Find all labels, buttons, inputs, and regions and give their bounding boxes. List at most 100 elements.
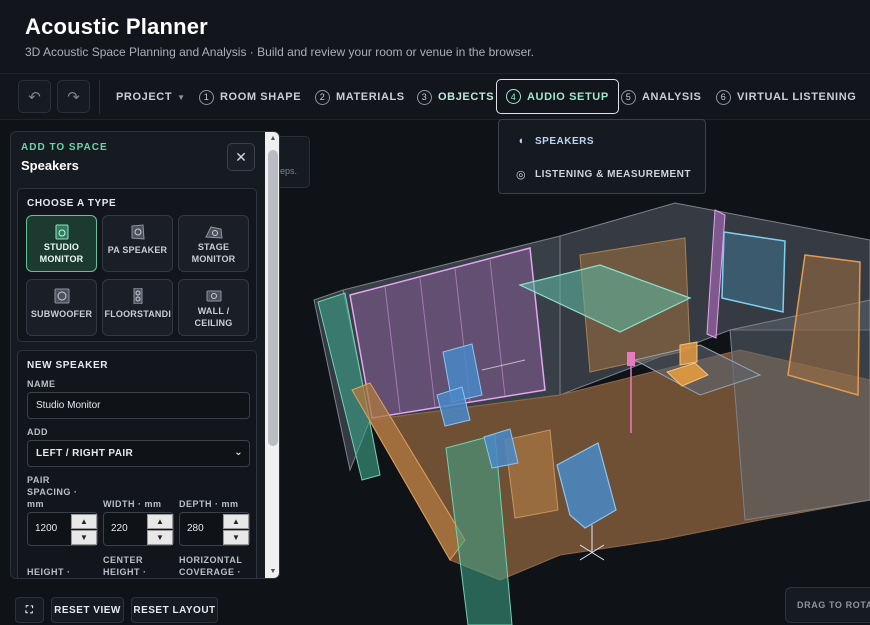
type-label: PA SPEAKER [107, 245, 168, 255]
label-line: HEIGHT · [103, 567, 147, 577]
width-label: WIDTH · mm [103, 499, 162, 509]
depth-stepper[interactable]: 280 ▲ ▼ [179, 512, 250, 546]
pair-spacing-stepper[interactable]: 1200 ▲ ▼ [27, 512, 98, 546]
fullscreen-icon: ⛶ [25, 604, 34, 616]
tab-analysis[interactable]: 5 ANALYSIS [621, 80, 701, 114]
desk-speaker-orange [679, 341, 698, 366]
menu-item-label: LISTENING & MEASUREMENT [535, 168, 691, 180]
tab-label: ANALYSIS [642, 91, 702, 103]
type-label: STUDIO [43, 242, 80, 252]
tab-label: MATERIALS [336, 91, 405, 103]
new-speaker-section: NEW SPEAKER NAME Studio Monitor ADD LEFT… [17, 350, 257, 578]
stage-monitor-icon [205, 226, 223, 239]
panel-eyebrow: ADD TO SPACE [21, 142, 108, 153]
increment-button[interactable]: ▲ [71, 514, 97, 529]
menu-item-listening-measurement[interactable]: ◎ LISTENING & MEASUREMENT [515, 165, 691, 183]
tab-virtual-listening[interactable]: 6 VIRTUAL LISTENING [716, 80, 856, 114]
name-label: NAME [27, 379, 56, 389]
speaker-name-input[interactable]: Studio Monitor [27, 392, 250, 419]
type-subwoofer[interactable]: SUBWOOFER [26, 279, 97, 336]
panel-title: Speakers [21, 158, 79, 173]
height-label: HEIGHT · [27, 567, 71, 577]
type-floorstanding[interactable]: FLOORSTANDII [102, 279, 173, 336]
section-title: NEW SPEAKER [27, 360, 109, 371]
app-subtitle: 3D Acoustic Space Planning and Analysis … [25, 45, 534, 59]
mic-head [627, 352, 635, 366]
scroll-down-icon[interactable]: ▼ [268, 568, 278, 578]
pa-speaker-icon [131, 224, 145, 240]
close-icon: ✕ [235, 148, 247, 165]
step-number: 2 [315, 89, 330, 105]
type-pa-speaker[interactable]: PA SPEAKER [102, 215, 173, 272]
target-icon: ◎ [515, 168, 527, 181]
tab-label: ROOM SHAPE [220, 91, 302, 103]
center-height-label: CENTER HEIGHT · [103, 554, 147, 578]
decrement-button[interactable]: ▼ [71, 530, 97, 545]
step-number: 6 [716, 89, 731, 105]
type-label: CEILING [194, 318, 233, 328]
redo-icon: ↷ [67, 88, 80, 106]
reset-view-button[interactable]: RESET VIEW [51, 597, 124, 623]
floorstanding-icon [133, 288, 143, 304]
decrement-button[interactable]: ▼ [147, 530, 173, 545]
type-label: MONITOR [191, 254, 236, 264]
wall-ceiling-icon [206, 290, 222, 302]
step-number: 5 [621, 89, 636, 105]
window-panel [721, 231, 786, 313]
label-line: HORIZONTAL [179, 555, 243, 565]
tab-label: AUDIO SETUP [527, 90, 609, 103]
tab-audio-setup[interactable]: 4 AUDIO SETUP [496, 79, 619, 114]
tab-label: VIRTUAL LISTENING [737, 91, 857, 103]
menu-item-label: SPEAKERS [535, 135, 595, 147]
studio-monitor-icon [55, 224, 69, 240]
type-label: FLOORSTANDII [104, 309, 171, 319]
undo-icon: ↶ [28, 88, 41, 106]
label-line: CENTER [103, 555, 144, 565]
horizontal-coverage-label: HORIZONTAL COVERAGE · [179, 554, 242, 578]
app-header: Acoustic Planner 3D Acoustic Space Plann… [0, 0, 870, 74]
type-label: STAGE [197, 242, 230, 252]
type-label: WALL / [197, 306, 230, 316]
close-panel-button[interactable]: ✕ [227, 143, 255, 171]
fullscreen-button[interactable]: ⛶ [15, 597, 44, 623]
pair-spacing-label: PAIR SPACING · mm [27, 474, 77, 510]
increment-button[interactable]: ▲ [223, 514, 249, 529]
type-wall-ceiling[interactable]: WALL / CEILING [178, 279, 249, 336]
add-mode-select[interactable]: LEFT / RIGHT PAIR ⌄ [27, 440, 250, 467]
tab-project[interactable]: PROJECT ▼ [116, 80, 186, 114]
drag-hint-text: DRAG TO ROTATE [797, 600, 870, 610]
audio-setup-menu: ◖ SPEAKERS ◎ LISTENING & MEASUREMENT [498, 119, 706, 194]
choose-type-section: CHOOSE A TYPE STUDIO MONITOR PA SPEAKER … [17, 188, 257, 342]
add-label: ADD [27, 427, 48, 437]
type-stage-monitor[interactable]: STAGE MONITOR [178, 215, 249, 272]
speaker-icon: ◖ [517, 135, 525, 147]
scrollbar-thumb[interactable] [268, 150, 278, 446]
drag-hint: DRAG TO ROTATE [785, 587, 870, 623]
depth-label: DEPTH · mm [179, 499, 239, 509]
label-line: mm [27, 499, 45, 509]
scroll-up-icon[interactable]: ▲ [268, 135, 278, 145]
stepper-value: 1200 [35, 523, 58, 534]
tab-label: OBJECTS [438, 91, 495, 103]
label-line: SPACING · [27, 487, 78, 497]
tab-materials[interactable]: 2 MATERIALS [315, 80, 405, 114]
add-mode-value: LEFT / RIGHT PAIR [36, 448, 134, 459]
label-line: PAIR [27, 475, 50, 485]
step-number: 1 [199, 89, 214, 105]
undo-button[interactable]: ↶ [18, 80, 51, 113]
redo-button[interactable]: ↷ [57, 80, 90, 113]
tab-objects[interactable]: 3 OBJECTS [417, 80, 494, 114]
width-stepper[interactable]: 220 ▲ ▼ [103, 512, 174, 546]
step-number: 4 [506, 89, 521, 104]
menu-item-speakers[interactable]: ◖ SPEAKERS [515, 132, 594, 150]
reset-layout-button[interactable]: RESET LAYOUT [131, 597, 218, 623]
type-studio-monitor[interactable]: STUDIO MONITOR [26, 215, 97, 272]
stepper-value: 220 [111, 523, 128, 534]
tab-room-shape[interactable]: 1 ROOM SHAPE [199, 80, 301, 114]
increment-button[interactable]: ▲ [147, 514, 173, 529]
decrement-button[interactable]: ▼ [223, 530, 249, 545]
tab-project-label: PROJECT [116, 91, 173, 103]
app-title: Acoustic Planner [25, 14, 208, 39]
toolbar-divider [99, 80, 100, 114]
add-to-space-panel: ADD TO SPACE Speakers ✕ CHOOSE A TYPE ST… [10, 131, 280, 579]
